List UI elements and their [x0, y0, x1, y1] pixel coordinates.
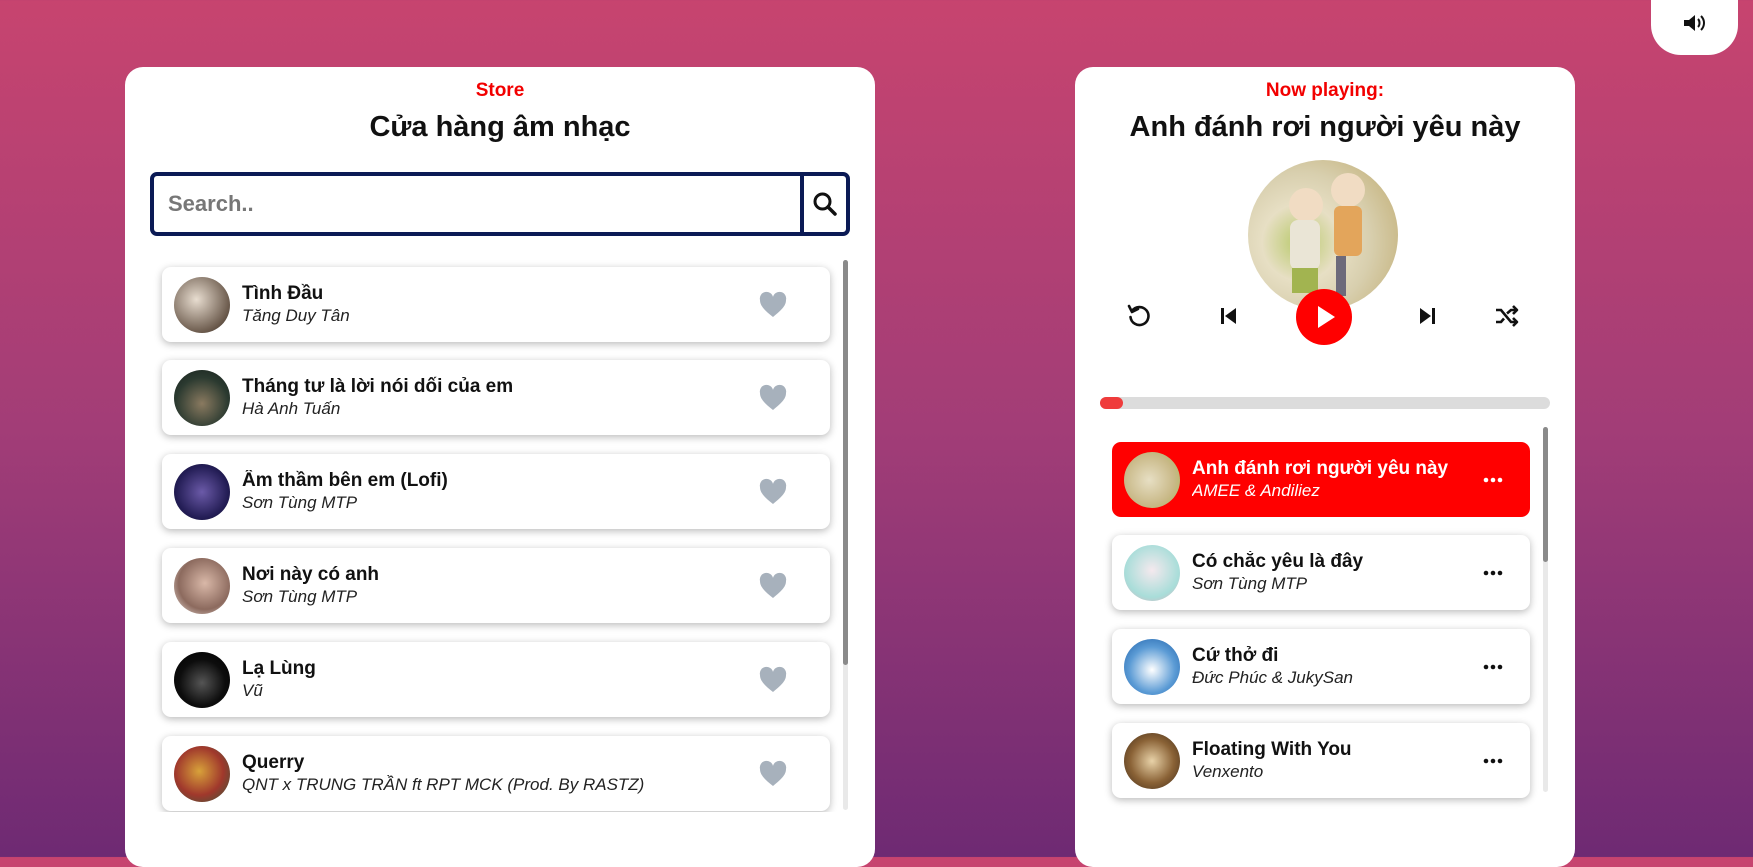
search-icon: [813, 192, 837, 216]
heart-icon[interactable]: [758, 571, 788, 601]
song-thumbnail: [1124, 451, 1180, 508]
song-artist: Sơn Tùng MTP: [242, 492, 358, 512]
song-artist: Sơn Tùng MTP: [1192, 573, 1308, 593]
song-thumbnail: [174, 745, 230, 802]
heart-icon[interactable]: [758, 290, 788, 320]
song-thumbnail: [174, 651, 230, 708]
store-song-item[interactable]: Querry QNT x TRUNG TRẦN ft RPT MCK (Prod…: [162, 736, 830, 811]
heart-icon[interactable]: [758, 477, 788, 507]
now-playing-label: Now playing:: [1265, 80, 1385, 101]
progress-bar[interactable]: [1100, 397, 1550, 409]
song-title: Querry: [242, 751, 305, 773]
store-scrollbar[interactable]: [843, 260, 848, 810]
playlist-item[interactable]: Có chắc yêu là đây Sơn Tùng MTP: [1112, 535, 1530, 610]
now-playing-title: Anh đánh rơi người yêu này: [1129, 111, 1521, 143]
more-button[interactable]: [1478, 570, 1508, 576]
song-thumbnail: [174, 276, 230, 333]
song-title: Cứ thở đi: [1192, 644, 1279, 666]
song-thumbnail: [174, 369, 230, 426]
volume-icon: [1683, 14, 1705, 31]
volume-button[interactable]: [1651, 0, 1738, 55]
shuffle-icon: [1496, 305, 1519, 327]
song-artist: Venxento: [1192, 761, 1264, 781]
search-input[interactable]: [154, 176, 800, 232]
heart-icon[interactable]: [758, 759, 788, 789]
next-button[interactable]: [1410, 299, 1444, 333]
store-scrollbar-thumb[interactable]: [843, 260, 848, 665]
more-icon: [1483, 758, 1503, 763]
store-song-item[interactable]: Tình Đầu Tăng Duy Tân: [162, 267, 830, 342]
more-icon: [1483, 477, 1503, 482]
progress-fill: [1100, 397, 1123, 409]
playlist: Anh đánh rơi người yêu này AMEE & Andili…: [1075, 430, 1545, 850]
song-title: Tháng tư là lời nói dối của em: [242, 375, 514, 397]
list-fade: [155, 812, 845, 867]
store-song-item[interactable]: Tháng tư là lời nói dối của em Hà Anh Tu…: [162, 360, 830, 435]
store-panel: Store Cửa hàng âm nhạc Tình Đầu Tăng Duy…: [125, 67, 875, 867]
next-icon: [1420, 308, 1435, 324]
store-title: Cửa hàng âm nhạc: [369, 111, 631, 143]
more-button[interactable]: [1478, 758, 1508, 764]
previous-button[interactable]: [1212, 299, 1246, 333]
song-title: Tình Đầu: [242, 282, 324, 304]
store-song-item[interactable]: Âm thầm bên em (Lofi) Sơn Tùng MTP: [162, 454, 830, 529]
playlist-item-active[interactable]: Anh đánh rơi người yêu này AMEE & Andili…: [1112, 442, 1530, 517]
heart-icon[interactable]: [758, 665, 788, 695]
store-song-item[interactable]: Nơi này có anh Sơn Tùng MTP: [162, 548, 830, 623]
song-artist: Đức Phúc & JukySan: [1192, 667, 1354, 687]
more-icon: [1483, 570, 1503, 575]
song-title: Floating With You: [1192, 738, 1352, 760]
song-thumbnail: [1124, 544, 1180, 601]
song-title: Có chắc yêu là đây: [1192, 550, 1364, 572]
song-thumbnail: [1124, 732, 1180, 789]
song-artist: Sơn Tùng MTP: [242, 586, 358, 606]
play-button[interactable]: [1296, 289, 1352, 345]
repeat-button[interactable]: [1122, 299, 1156, 333]
song-title: Anh đánh rơi người yêu này: [1192, 457, 1449, 479]
song-title: Nơi này có anh: [242, 563, 380, 585]
album-art-illustration: [1289, 173, 1365, 296]
previous-icon: [1221, 308, 1236, 324]
song-title: Lạ Lùng: [242, 657, 316, 679]
song-thumbnail: [1124, 638, 1180, 695]
search-bar: [150, 172, 850, 236]
song-artist: Hà Anh Tuấn: [242, 398, 341, 418]
song-title: Âm thầm bên em (Lofi): [242, 469, 448, 491]
playlist-item[interactable]: Floating With You Venxento: [1112, 723, 1530, 798]
song-artist: Vũ: [242, 680, 263, 700]
store-song-item[interactable]: Lạ Lùng Vũ: [162, 642, 830, 717]
search-button[interactable]: [800, 176, 846, 232]
more-button[interactable]: [1478, 477, 1508, 483]
player-panel: Now playing: Anh đánh rơi người yêu này: [1075, 67, 1575, 867]
play-icon: [1318, 306, 1335, 328]
song-artist: Tăng Duy Tân: [242, 305, 350, 325]
shuffle-button[interactable]: [1490, 299, 1524, 333]
song-artist: QNT x TRUNG TRẦN ft RPT MCK (Prod. By RA…: [242, 774, 645, 794]
more-icon: [1483, 664, 1503, 669]
album-art: [1248, 160, 1398, 310]
store-label: Store: [475, 80, 525, 101]
song-thumbnail: [174, 463, 230, 520]
playlist-item[interactable]: Cứ thở đi Đức Phúc & JukySan: [1112, 629, 1530, 704]
song-thumbnail: [174, 557, 230, 614]
heart-icon[interactable]: [758, 383, 788, 413]
repeat-icon: [1127, 304, 1150, 327]
song-artist: AMEE & Andiliez: [1192, 480, 1320, 500]
more-button[interactable]: [1478, 664, 1508, 670]
